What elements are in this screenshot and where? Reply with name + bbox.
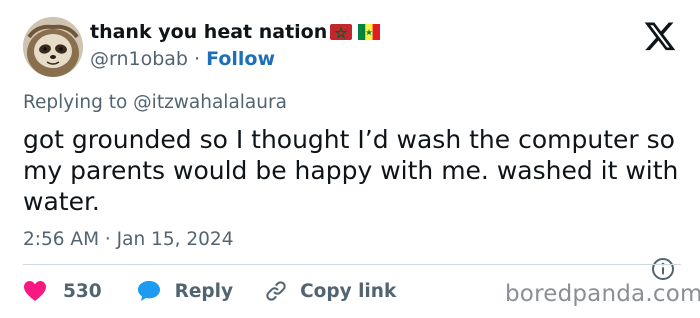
reply-button[interactable]: Reply [137, 280, 233, 302]
display-name[interactable]: thank you heat nation [90, 21, 327, 43]
morocco-flag-icon [330, 24, 352, 40]
avatar[interactable] [23, 17, 83, 77]
tweet-text: got grounded so I thought I’d wash the c… [23, 125, 679, 216]
action-bar: 530 Reply Copy link [23, 277, 396, 305]
copy-link-button[interactable]: Copy link [264, 279, 396, 303]
x-logo-icon[interactable] [643, 19, 677, 53]
divider [23, 264, 681, 265]
link-icon [266, 281, 286, 301]
speech-bubble-icon [137, 281, 160, 301]
separator-dot: · [194, 48, 201, 70]
user-handle[interactable]: @rn1obab [90, 48, 188, 70]
flag-emojis [330, 24, 380, 40]
timestamp[interactable]: 2:56 AM · Jan 15, 2024 [23, 229, 233, 250]
replying-to[interactable]: Replying to @itzwahalalaura [23, 92, 287, 113]
heart-icon [24, 281, 46, 301]
info-icon[interactable] [651, 257, 675, 281]
like-count: 530 [63, 280, 102, 302]
copy-link-label: Copy link [300, 280, 397, 302]
follow-button[interactable]: Follow [206, 48, 275, 70]
watermark: boredpanda.com [505, 281, 700, 307]
reply-label: Reply [174, 280, 234, 302]
handle-row: @rn1obab · Follow [90, 48, 275, 70]
senegal-flag-icon [358, 24, 380, 40]
like-button[interactable]: 530 [23, 280, 102, 302]
sloth-avatar-image [23, 17, 83, 77]
